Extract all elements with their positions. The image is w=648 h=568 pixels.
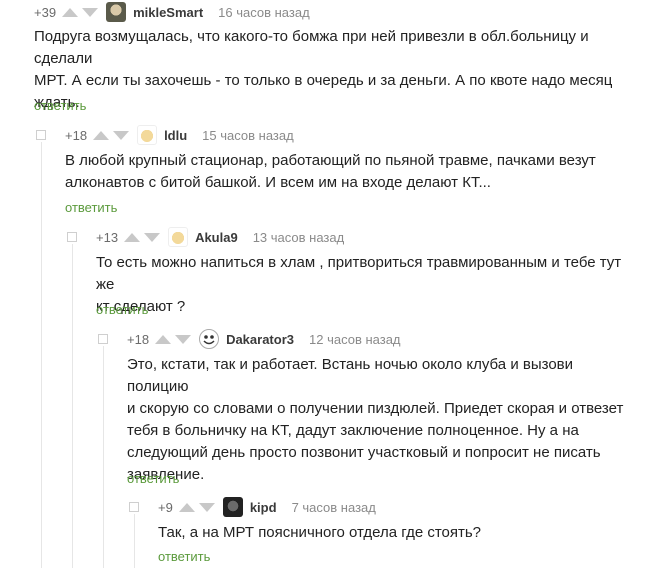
text-line: Это, кстати, так и работает. Встань ночь…	[127, 356, 574, 395]
downvote-arrow-icon[interactable]	[198, 502, 215, 512]
avatar-photo-icon[interactable]	[222, 497, 243, 517]
username[interactable]: Dakarator3	[226, 332, 294, 347]
text-line: кт сделают ?	[96, 298, 186, 315]
reply-link[interactable]: ответить	[96, 302, 148, 317]
comment-text: Так, а на МРТ поясничного отдела где сто…	[158, 522, 638, 544]
reply-link[interactable]: ответить	[34, 98, 86, 113]
collapse-toggle[interactable]	[67, 232, 77, 242]
text-line: алконавтов с битой башкой. И всем им на …	[65, 174, 491, 191]
downvote-arrow-icon[interactable]	[82, 7, 99, 17]
username[interactable]: Akula9	[195, 230, 238, 245]
comment-header: +13 Akula9 13 часов назад	[96, 226, 344, 248]
upvote-arrow-icon[interactable]	[178, 502, 195, 512]
collapse-toggle[interactable]	[98, 334, 108, 344]
text-line: Подруга возмущалась, что какого-то бомжа…	[34, 28, 589, 67]
comment-header: +9 kipd 7 часов назад	[158, 496, 376, 518]
text-line: МРТ. А если ты захочешь - то только в оч…	[34, 72, 613, 89]
thread-line	[103, 346, 104, 568]
text-line: заявление.	[127, 466, 205, 483]
comment-header: +18 Dakarator3 12 часов назад	[127, 328, 401, 350]
comment-time[interactable]: 16 часов назад	[218, 5, 310, 20]
rating: +18	[65, 127, 88, 143]
username[interactable]: kipd	[250, 500, 277, 515]
text-line: Так, а на МРТ поясничного отдела где сто…	[158, 524, 482, 541]
avatar-cartoon-icon[interactable]	[168, 227, 189, 247]
text-line: То есть можно напиться в хлам , притвори…	[96, 254, 622, 293]
text-line: ждать.	[34, 94, 80, 111]
upvote-arrow-icon[interactable]	[93, 130, 110, 140]
comment-time[interactable]: 13 часов назад	[253, 230, 345, 245]
comment-time[interactable]: 15 часов назад	[202, 128, 294, 143]
comment-header: +18 ldlu 15 часов назад	[65, 124, 294, 146]
comment-header: +39 mikleSmart 16 часов назад	[34, 1, 310, 23]
text-line: В любой крупный стационар, работающий по…	[65, 152, 596, 169]
username[interactable]: mikleSmart	[133, 5, 203, 20]
avatar-cartoon-icon[interactable]	[137, 125, 158, 145]
comment-time[interactable]: 7 часов назад	[292, 500, 376, 515]
text-line: следующий день просто позвонит участковы…	[127, 444, 601, 461]
avatar-troll-face-icon[interactable]	[199, 329, 220, 349]
comment-text: В любой крупный стационар, работающий по…	[65, 150, 635, 194]
rating: +13	[96, 229, 119, 245]
upvote-arrow-icon[interactable]	[124, 232, 141, 242]
username[interactable]: ldlu	[164, 128, 187, 143]
comment-text: То есть можно напиться в хлам , притвори…	[96, 252, 636, 318]
reply-link[interactable]: ответить	[65, 200, 117, 215]
comment-time[interactable]: 12 часов назад	[309, 332, 401, 347]
rating: +18	[127, 331, 150, 347]
text-line: и скорую со словами о получении пиздюлей…	[127, 400, 624, 417]
collapse-toggle[interactable]	[36, 130, 46, 140]
reply-link[interactable]: ответить	[127, 471, 179, 486]
rating: +39	[34, 4, 57, 20]
downvote-arrow-icon[interactable]	[175, 334, 192, 344]
downvote-arrow-icon[interactable]	[144, 232, 161, 242]
rating: +9	[158, 499, 173, 515]
upvote-arrow-icon[interactable]	[62, 7, 79, 17]
text-line: тебя в больничку на КТ, дадут заключение…	[127, 422, 579, 439]
thread-line	[134, 514, 135, 568]
avatar-photo-icon[interactable]	[106, 2, 127, 22]
upvote-arrow-icon[interactable]	[155, 334, 172, 344]
collapse-toggle[interactable]	[129, 502, 139, 512]
reply-link[interactable]: ответить	[158, 549, 210, 564]
downvote-arrow-icon[interactable]	[113, 130, 130, 140]
thread-line	[72, 244, 73, 568]
comment-text: Это, кстати, так и работает. Встань ночь…	[127, 354, 637, 486]
thread-line	[41, 142, 42, 568]
comment-text: Подруга возмущалась, что какого-то бомжа…	[34, 26, 634, 114]
